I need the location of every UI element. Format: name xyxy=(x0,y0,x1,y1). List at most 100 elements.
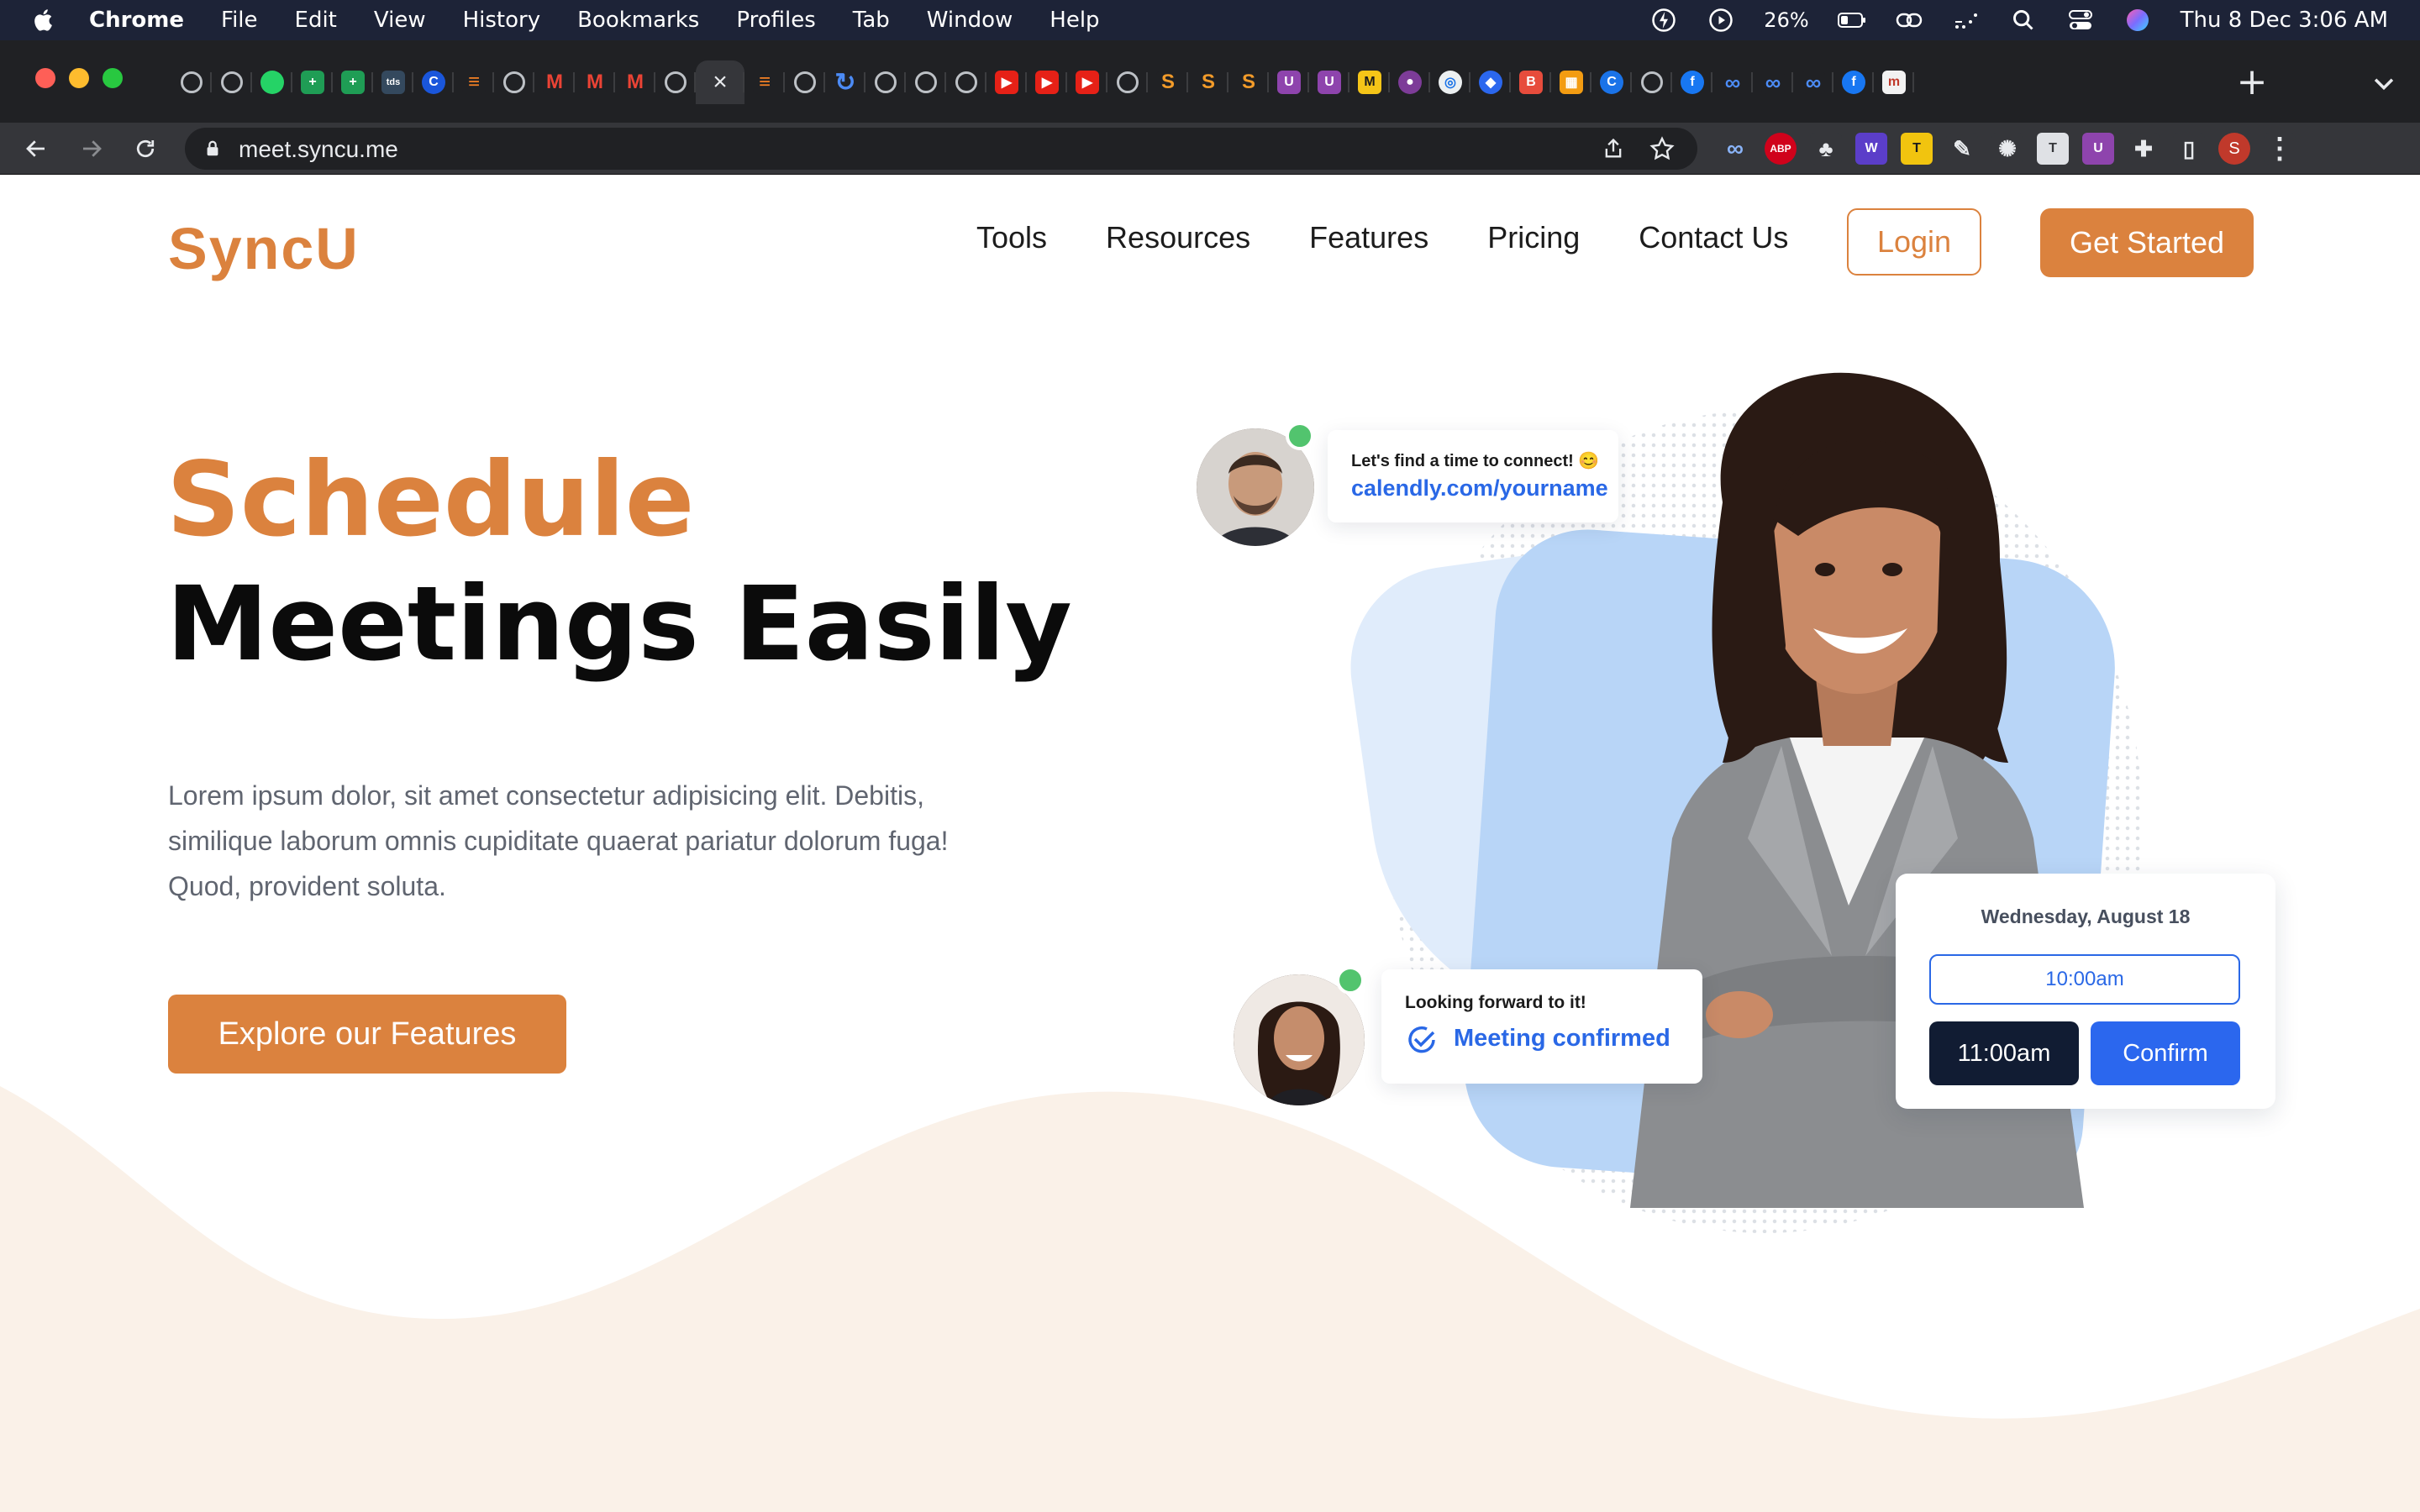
browser-tab[interactable] xyxy=(906,60,946,104)
wifi-dots-icon[interactable] xyxy=(1952,8,1981,33)
profile-avatar[interactable]: S xyxy=(2218,133,2250,165)
leaf-ext-icon[interactable]: ♣ xyxy=(1810,133,1842,165)
browser-tab[interactable]: C xyxy=(413,60,454,104)
browser-tab[interactable]: ≡ xyxy=(454,60,494,104)
calendly-link[interactable]: calendly.com/yourname xyxy=(1351,475,1608,501)
link-icon[interactable] xyxy=(1895,8,1923,33)
sidepanel-icon[interactable]: ▯ xyxy=(2173,133,2205,165)
time-slot-10am[interactable]: 10:00am xyxy=(1929,954,2240,1005)
time-slot-11am[interactable]: 11:00am xyxy=(1929,1021,2079,1085)
cloud-ext-icon[interactable]: ∞ xyxy=(1719,133,1751,165)
nav-resources[interactable]: Resources xyxy=(1106,220,1250,255)
browser-tab[interactable]: ● xyxy=(1390,60,1430,104)
close-icon[interactable]: × xyxy=(708,68,732,96)
window-close-button[interactable] xyxy=(35,68,55,88)
search-icon[interactable] xyxy=(2009,8,2038,33)
browser-tab[interactable] xyxy=(865,60,906,104)
openai-ext-icon[interactable]: ✺ xyxy=(1991,133,2023,165)
browser-tab[interactable]: M xyxy=(1349,60,1390,104)
browser-tab[interactable]: B xyxy=(1511,60,1551,104)
t-ext-icon[interactable]: T xyxy=(1901,133,1933,165)
bookmark-star-icon[interactable] xyxy=(1649,135,1676,162)
battery-icon[interactable] xyxy=(1837,8,1866,33)
play-icon[interactable] xyxy=(1707,8,1735,33)
browser-tab[interactable]: ▦ xyxy=(1551,60,1591,104)
back-icon[interactable] xyxy=(20,133,52,165)
get-started-button[interactable]: Get Started xyxy=(2040,208,2254,277)
browser-tab[interactable] xyxy=(494,60,534,104)
forward-icon[interactable] xyxy=(76,133,108,165)
browser-tab[interactable]: ▶ xyxy=(1067,60,1107,104)
browser-tab[interactable]: C xyxy=(1591,60,1632,104)
menu-edit[interactable]: Edit xyxy=(295,8,337,33)
browser-tab[interactable]: U xyxy=(1309,60,1349,104)
browser-tab[interactable]: S xyxy=(1188,60,1228,104)
lock-icon[interactable] xyxy=(203,139,222,158)
menu-file[interactable]: File xyxy=(221,8,258,33)
browser-tab[interactable]: ≡ xyxy=(744,60,785,104)
browser-tab[interactable] xyxy=(1632,60,1672,104)
browser-tab[interactable] xyxy=(212,60,252,104)
apple-icon[interactable] xyxy=(32,8,57,33)
menu-view[interactable]: View xyxy=(374,8,426,33)
browser-tab[interactable]: f xyxy=(1833,60,1874,104)
tab-search-chevron-icon[interactable] xyxy=(2370,69,2398,97)
browser-tab[interactable] xyxy=(252,60,292,104)
syncu-logo[interactable]: SyncU xyxy=(168,215,360,282)
browser-tab[interactable]: ◎ xyxy=(1430,60,1470,104)
kebab-menu-icon[interactable]: ⋮ xyxy=(2264,133,2296,165)
share-icon[interactable] xyxy=(1602,137,1625,160)
menu-window[interactable]: Window xyxy=(927,8,1013,33)
browser-tab[interactable]: ∞ xyxy=(1712,60,1753,104)
browser-tab[interactable]: U xyxy=(1269,60,1309,104)
menu-profiles[interactable]: Profiles xyxy=(736,8,815,33)
menu-help[interactable]: Help xyxy=(1050,8,1099,33)
u-ext-icon[interactable]: U xyxy=(2082,133,2114,165)
browser-tab[interactable]: tds xyxy=(373,60,413,104)
browser-tab[interactable] xyxy=(171,60,212,104)
browser-tab[interactable]: m xyxy=(1874,60,1914,104)
pen-ext-icon[interactable]: ✎ xyxy=(1946,133,1978,165)
nav-features[interactable]: Features xyxy=(1309,220,1428,255)
control-center-icon[interactable] xyxy=(2066,8,2095,33)
url-text[interactable]: meet.syncu.me xyxy=(239,136,398,163)
lightning-icon[interactable] xyxy=(1649,8,1678,33)
menu-tab[interactable]: Tab xyxy=(853,8,890,33)
browser-tab[interactable]: M xyxy=(615,60,655,104)
tab-active[interactable]: × xyxy=(696,60,744,104)
reload-icon[interactable] xyxy=(129,133,161,165)
window-zoom-button[interactable] xyxy=(103,68,123,88)
address-bar[interactable]: meet.syncu.me xyxy=(185,128,1697,170)
new-tab-button[interactable]: + xyxy=(2235,64,2269,101)
browser-tab[interactable]: ▶ xyxy=(1027,60,1067,104)
browser-tab[interactable] xyxy=(785,60,825,104)
browser-tab[interactable]: ∞ xyxy=(1753,60,1793,104)
login-button[interactable]: Login xyxy=(1847,208,1981,276)
browser-tab[interactable] xyxy=(655,60,696,104)
browser-tab[interactable]: ∞ xyxy=(1793,60,1833,104)
nav-contact-us[interactable]: Contact Us xyxy=(1639,220,1788,255)
w-ext-icon[interactable]: W xyxy=(1855,133,1887,165)
browser-tab[interactable]: + xyxy=(292,60,333,104)
browser-tab[interactable]: S xyxy=(1228,60,1269,104)
browser-tab[interactable]: ◆ xyxy=(1470,60,1511,104)
siri-icon[interactable] xyxy=(2123,8,2152,33)
doc-ext-icon[interactable]: T xyxy=(2037,133,2069,165)
adblock-ext-icon[interactable]: ABP xyxy=(1765,133,1797,165)
browser-tab[interactable] xyxy=(1107,60,1148,104)
menu-history[interactable]: History xyxy=(463,8,541,33)
puzzle-ext-icon[interactable]: ✚ xyxy=(2128,133,2160,165)
browser-tab[interactable]: ↻ xyxy=(825,60,865,104)
browser-tab[interactable]: S xyxy=(1148,60,1188,104)
menu-bookmarks[interactable]: Bookmarks xyxy=(577,8,699,33)
browser-tab[interactable] xyxy=(946,60,986,104)
confirm-button[interactable]: Confirm xyxy=(2091,1021,2240,1085)
nav-tools[interactable]: Tools xyxy=(976,220,1047,255)
clock[interactable]: Thu 8 Dec 3:06 AM xyxy=(2181,8,2388,33)
browser-tab[interactable]: ▶ xyxy=(986,60,1027,104)
window-minimize-button[interactable] xyxy=(69,68,89,88)
browser-tab[interactable]: M xyxy=(534,60,575,104)
nav-pricing[interactable]: Pricing xyxy=(1487,220,1580,255)
browser-tab[interactable]: M xyxy=(575,60,615,104)
explore-features-button[interactable]: Explore our Features xyxy=(168,995,566,1074)
